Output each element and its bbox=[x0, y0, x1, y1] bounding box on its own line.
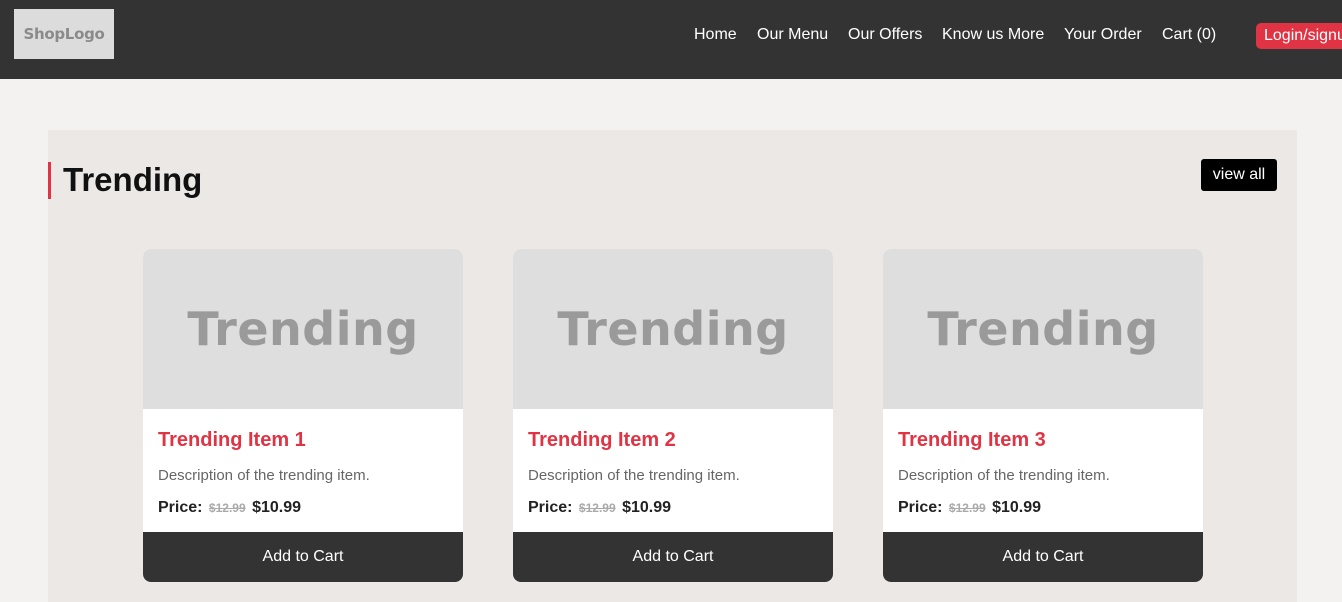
product-description: Description of the trending item. bbox=[158, 467, 370, 484]
product-price: Price: $12.99 $10.99 bbox=[898, 498, 1041, 518]
nav-our-offers-link[interactable]: Our Offers bbox=[848, 25, 922, 45]
product-title[interactable]: Trending Item 2 bbox=[528, 428, 676, 452]
new-price: $10.99 bbox=[622, 499, 672, 516]
product-image: Trending bbox=[883, 249, 1203, 409]
nav-know-us-more-link[interactable]: Know us More bbox=[942, 25, 1044, 45]
product-description: Description of the trending item. bbox=[528, 467, 740, 484]
product-image: Trending bbox=[513, 249, 833, 409]
navbar: ShopLogo Home Our Menu Our Offers Know u… bbox=[0, 0, 1342, 79]
price-label: Price: bbox=[898, 499, 943, 516]
product-description: Description of the trending item. bbox=[898, 467, 1110, 484]
old-price: $12.99 bbox=[208, 501, 246, 515]
main-nav: Home Our Menu Our Offers Know us More Yo… bbox=[0, 25, 1342, 45]
card-body: Trending Item 1 Description of the trend… bbox=[143, 409, 463, 532]
product-card: Trending Trending Item 3 Description of … bbox=[883, 249, 1203, 582]
new-price: $10.99 bbox=[992, 499, 1042, 516]
product-card: Trending Trending Item 2 Description of … bbox=[513, 249, 833, 582]
add-to-cart-button[interactable]: Add to Cart bbox=[883, 532, 1203, 582]
section-accent-bar bbox=[48, 162, 51, 199]
nav-our-menu-link[interactable]: Our Menu bbox=[757, 25, 828, 45]
price-label: Price: bbox=[528, 499, 573, 516]
product-title[interactable]: Trending Item 1 bbox=[158, 428, 306, 452]
nav-home-link[interactable]: Home bbox=[694, 25, 737, 45]
trending-section: Trending view all Trending Trending Item… bbox=[48, 130, 1297, 602]
nav-your-order-link[interactable]: Your Order bbox=[1064, 25, 1142, 45]
login-signup-button[interactable]: Login/signup bbox=[1256, 23, 1342, 49]
product-price: Price: $12.99 $10.99 bbox=[528, 498, 671, 518]
card-body: Trending Item 2 Description of the trend… bbox=[513, 409, 833, 532]
product-card: Trending Trending Item 1 Description of … bbox=[143, 249, 463, 582]
product-price: Price: $12.99 $10.99 bbox=[158, 498, 301, 518]
view-all-button[interactable]: view all bbox=[1201, 159, 1277, 191]
nav-cart-link[interactable]: Cart (0) bbox=[1162, 25, 1216, 45]
section-title: Trending bbox=[63, 161, 203, 198]
old-price: $12.99 bbox=[948, 501, 986, 515]
new-price: $10.99 bbox=[252, 499, 302, 516]
add-to-cart-button[interactable]: Add to Cart bbox=[143, 532, 463, 582]
old-price: $12.99 bbox=[578, 501, 616, 515]
product-title[interactable]: Trending Item 3 bbox=[898, 428, 1046, 452]
price-label: Price: bbox=[158, 499, 203, 516]
add-to-cart-button[interactable]: Add to Cart bbox=[513, 532, 833, 582]
product-image: Trending bbox=[143, 249, 463, 409]
card-body: Trending Item 3 Description of the trend… bbox=[883, 409, 1203, 532]
